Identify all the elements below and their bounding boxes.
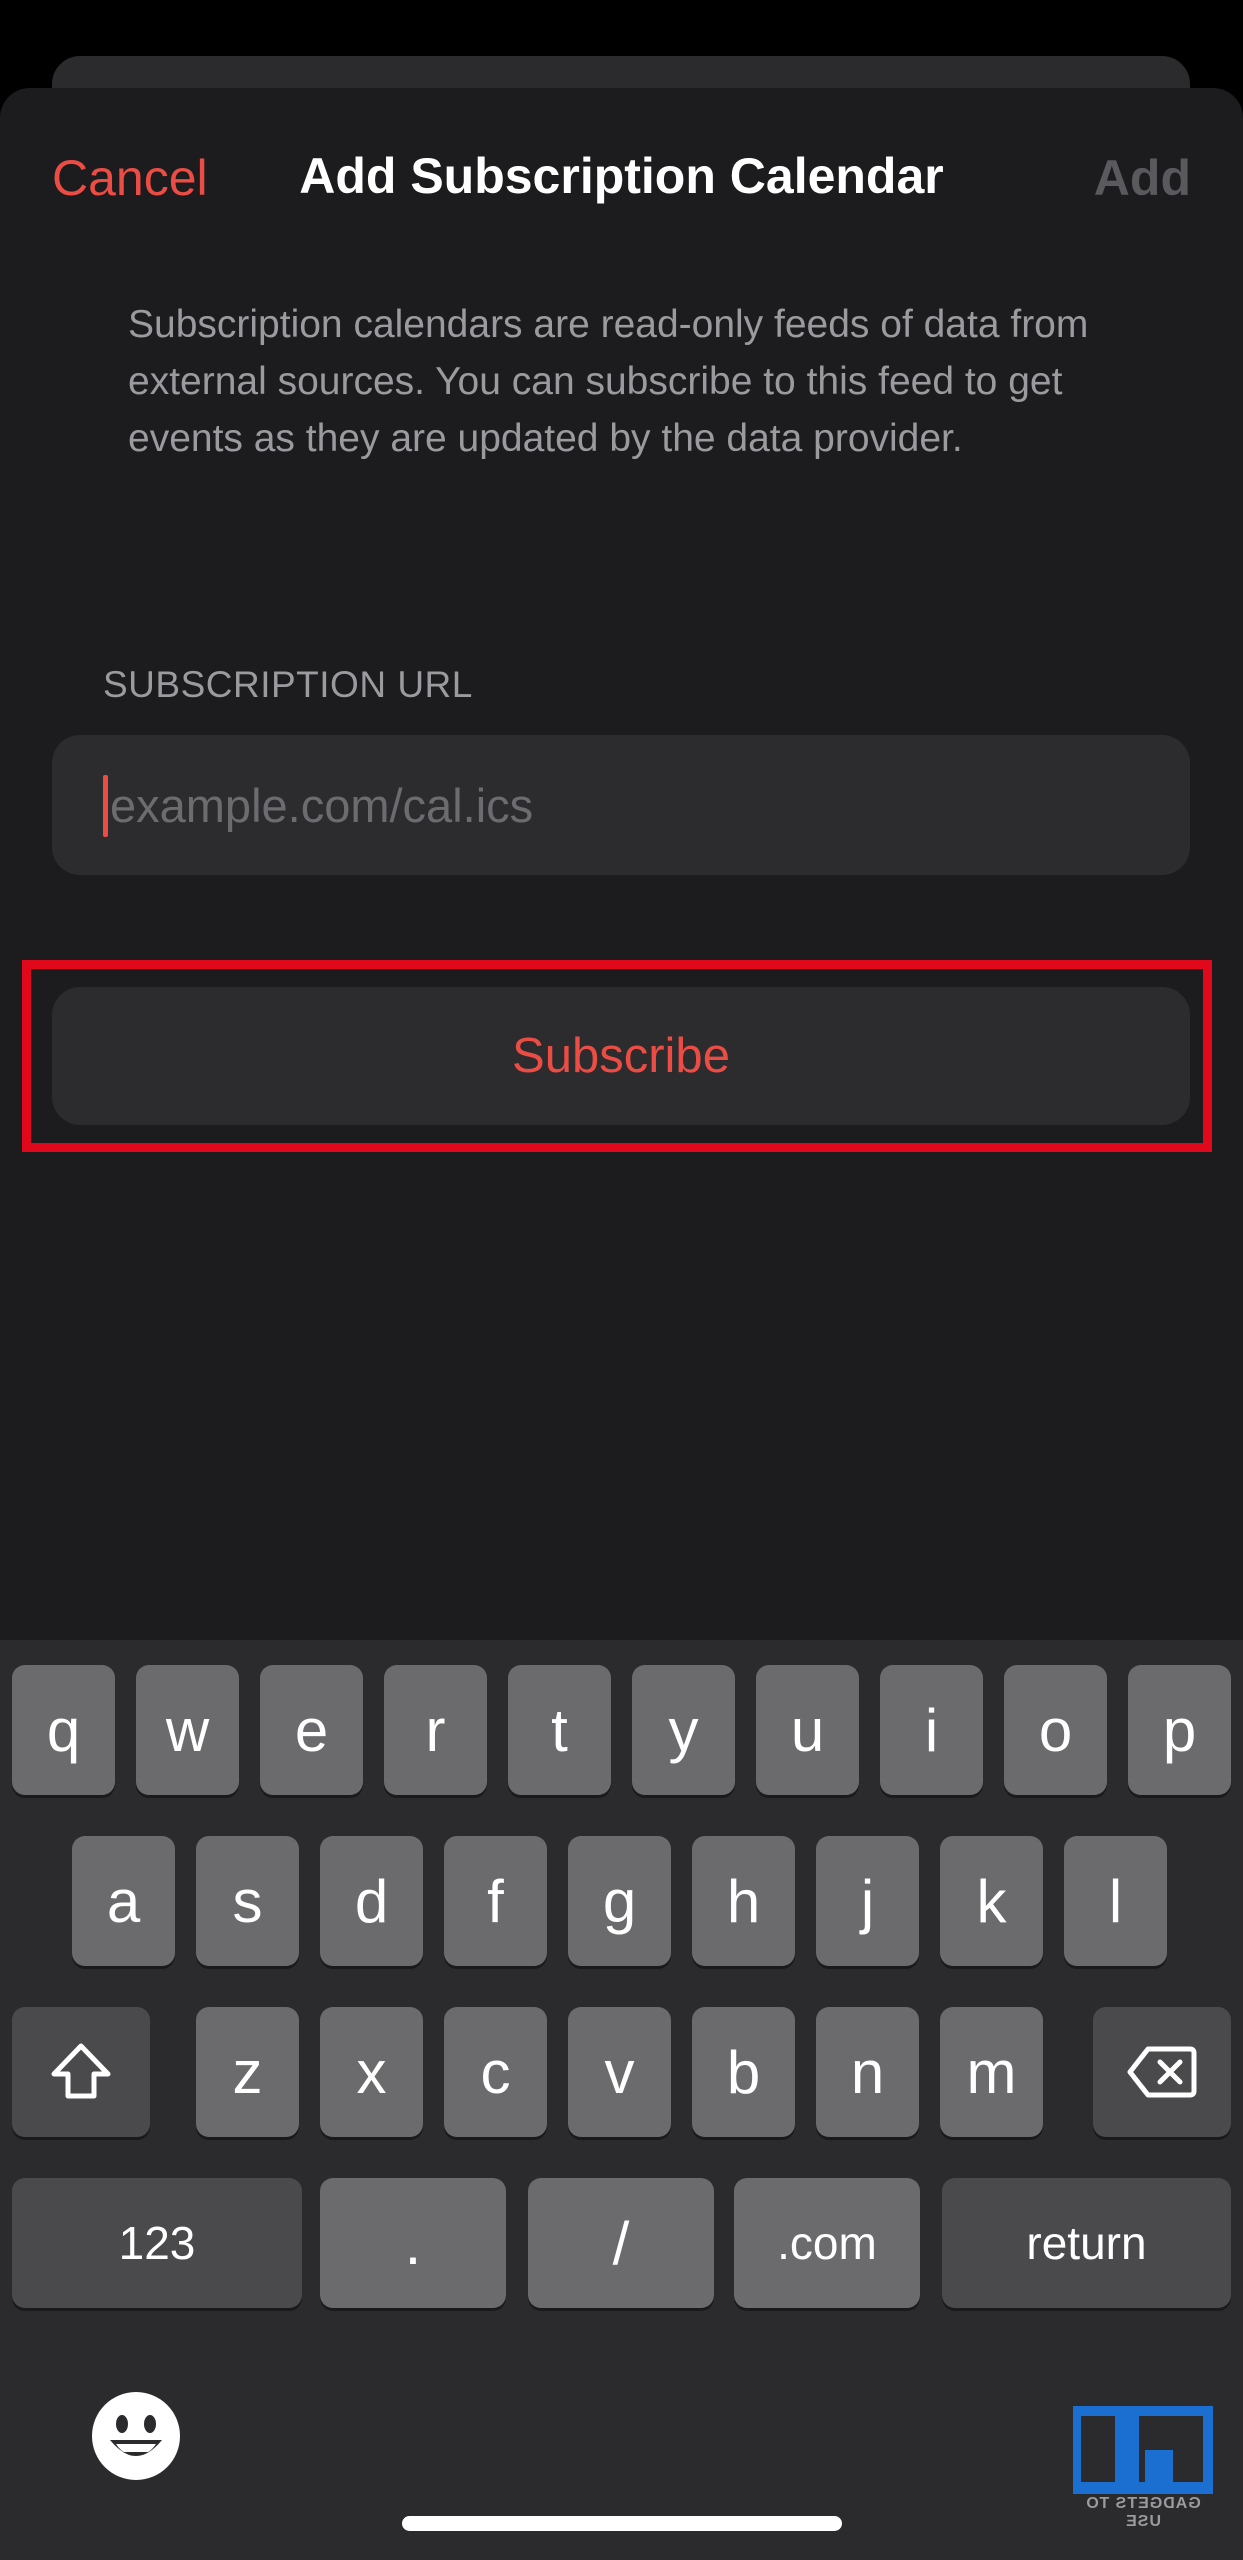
numbers-key[interactable]: 123 [12,2178,302,2308]
key-m[interactable]: m [940,2007,1043,2137]
key-o[interactable]: o [1004,1665,1107,1795]
key-w[interactable]: w [136,1665,239,1795]
text-caret [103,775,108,837]
key-h[interactable]: h [692,1836,795,1966]
watermark-text: GADGETS TO USE [1085,2495,1201,2530]
cancel-button[interactable]: Cancel [52,148,208,208]
shift-key[interactable] [12,2007,150,2137]
key-r[interactable]: r [384,1665,487,1795]
key-j[interactable]: j [816,1836,919,1966]
key-u[interactable]: u [756,1665,859,1795]
key-t[interactable]: t [508,1665,611,1795]
return-key[interactable]: return [942,2178,1231,2308]
key-p[interactable]: p [1128,1665,1231,1795]
emoji-icon [88,2392,184,2488]
key-x[interactable]: x [320,2007,423,2137]
key-d[interactable]: d [320,1836,423,1966]
description-text: Subscription calendars are read-only fee… [128,303,1089,460]
key-g[interactable]: g [568,1836,671,1966]
key-e[interactable]: e [260,1665,363,1795]
emoji-button[interactable] [88,2388,184,2484]
key-q[interactable]: q [12,1665,115,1795]
dotcom-key[interactable]: .com [734,2178,920,2308]
key-v[interactable]: v [568,2007,671,2137]
dot-key[interactable]: . [320,2178,506,2308]
subscription-url-input[interactable] [110,735,1170,875]
delete-key[interactable] [1093,2007,1231,2137]
shift-icon [48,2042,114,2102]
key-k[interactable]: k [940,1836,1043,1966]
key-y[interactable]: y [632,1665,735,1795]
key-i[interactable]: i [880,1665,983,1795]
key-z[interactable]: z [196,2007,299,2137]
key-a[interactable]: a [72,1836,175,1966]
subscribe-button[interactable]: Subscribe [52,987,1190,1125]
key-l[interactable]: l [1064,1836,1167,1966]
subscription-url-label: SUBSCRIPTION URL [103,664,473,705]
subscription-url-field[interactable] [52,735,1190,875]
home-indicator [402,2516,842,2531]
key-s[interactable]: s [196,1836,299,1966]
key-n[interactable]: n [816,2007,919,2137]
key-f[interactable]: f [444,1836,547,1966]
slash-key[interactable]: / [528,2178,714,2308]
key-c[interactable]: c [444,2007,547,2137]
key-b[interactable]: b [692,2007,795,2137]
add-button[interactable]: Add [1094,148,1191,208]
delete-icon [1126,2045,1198,2099]
